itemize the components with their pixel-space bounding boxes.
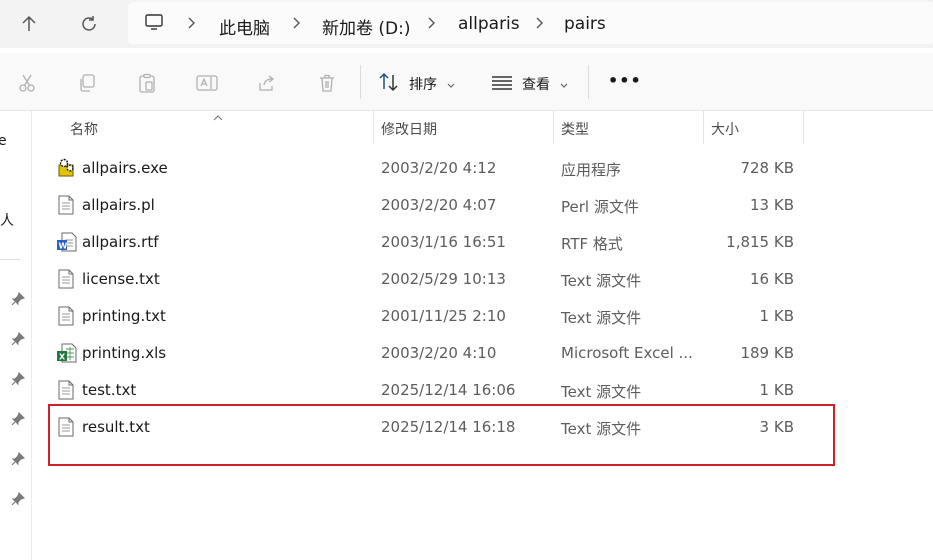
file-date: 2025/12/14 16:06 — [381, 381, 516, 399]
pin-icon[interactable] — [11, 411, 26, 426]
column-header-size-label: 大小 — [711, 122, 739, 138]
column-divider[interactable] — [373, 111, 374, 144]
chevron-right-icon — [534, 16, 544, 35]
address-row: 此电脑 新加卷 (D:) allparis pairs — [0, 0, 933, 48]
breadcrumb-allparis[interactable]: allparis — [458, 14, 520, 34]
column-header-type[interactable]: 类型 — [561, 111, 701, 144]
file-size: 189 KB — [740, 344, 794, 362]
column-divider[interactable] — [703, 111, 704, 144]
file-size: 1 KB — [759, 307, 794, 325]
file-name: test.txt — [82, 381, 137, 399]
file-row[interactable]: license.txt 2002/5/29 10:13 Text 源文件 16 … — [48, 260, 808, 297]
chevron-right-icon — [291, 16, 301, 35]
view-button[interactable]: 查看 — [522, 74, 550, 94]
pin-icon[interactable] — [11, 451, 26, 466]
copy-icon[interactable] — [75, 71, 99, 95]
word-doc-icon: W — [57, 232, 77, 252]
nav-divider — [0, 259, 20, 260]
sort-button[interactable]: 排序 — [409, 74, 437, 94]
file-size: 1,815 KB — [726, 233, 794, 251]
text-file-icon — [57, 269, 75, 289]
chevron-down-icon — [559, 77, 569, 95]
file-type: Text 源文件 — [561, 383, 642, 401]
refresh-icon[interactable] — [73, 8, 105, 40]
column-header-size[interactable]: 大小 — [711, 111, 801, 144]
file-type: RTF 格式 — [561, 235, 623, 253]
sort-icon[interactable] — [378, 71, 400, 98]
nav-item-partial[interactable]: e — [0, 133, 7, 149]
file-size: 16 KB — [750, 270, 794, 288]
chevron-right-icon — [186, 16, 196, 35]
breadcrumb-drive-d[interactable]: 新加卷 (D:) — [322, 14, 411, 39]
column-divider[interactable] — [803, 111, 804, 144]
file-row[interactable]: W allpairs.rtf 2003/1/16 16:51 RTF 格式 1,… — [48, 223, 808, 260]
file-date: 2003/1/16 16:51 — [381, 233, 506, 251]
navigation-pane: e 人 — [0, 111, 32, 560]
command-toolbar: 排序 查看 ••• — [0, 53, 933, 111]
file-date: 2003/2/20 4:12 — [381, 159, 497, 177]
file-row[interactable]: printing.txt 2001/11/25 2:10 Text 源文件 1 … — [48, 297, 808, 334]
file-type: Perl 源文件 — [561, 198, 639, 216]
column-header-name[interactable]: 名称 — [70, 111, 370, 144]
pin-icon[interactable] — [11, 491, 26, 506]
file-name: printing.xls — [82, 344, 167, 362]
svg-text:X: X — [59, 352, 66, 361]
file-size: 13 KB — [750, 196, 794, 214]
cut-icon[interactable] — [15, 71, 39, 95]
column-header-name-label: 名称 — [70, 122, 98, 138]
toolbar-divider — [588, 65, 589, 99]
column-header-date-label: 修改日期 — [381, 122, 437, 138]
file-name: allpairs.exe — [82, 159, 168, 177]
highlight-box — [48, 404, 835, 466]
column-divider[interactable] — [553, 111, 554, 144]
file-size: 728 KB — [740, 159, 794, 177]
text-file-icon — [57, 380, 75, 400]
file-row[interactable]: allpairs.exe 2003/2/20 4:12 应用程序 728 KB — [48, 149, 808, 186]
text-file-icon — [57, 195, 75, 215]
file-row[interactable]: X printing.xls 2003/2/20 4:10 Microsoft … — [48, 334, 808, 371]
view-list-icon[interactable] — [491, 75, 513, 96]
breadcrumb-pairs[interactable]: pairs — [564, 14, 606, 34]
excel-icon: X — [57, 343, 77, 363]
file-name: allpairs.pl — [82, 196, 155, 214]
text-file-icon — [57, 306, 75, 326]
more-options-button[interactable]: ••• — [608, 71, 642, 90]
column-header-type-label: 类型 — [561, 122, 589, 138]
svg-text:W: W — [59, 241, 68, 250]
file-name: printing.txt — [82, 307, 166, 325]
file-date: 2001/11/25 2:10 — [381, 307, 506, 325]
file-type: Microsoft Excel ... — [561, 344, 693, 362]
file-type: Text 源文件 — [561, 309, 642, 327]
toolbar-divider — [360, 65, 361, 99]
file-type: 应用程序 — [561, 161, 622, 179]
file-date: 2003/2/20 4:07 — [381, 196, 497, 214]
file-name: license.txt — [82, 270, 160, 288]
file-row[interactable]: test.txt 2025/12/14 16:06 Text 源文件 1 KB — [48, 371, 808, 408]
nav-item-partial[interactable]: 人 — [0, 210, 14, 230]
paste-icon[interactable] — [135, 71, 159, 95]
delete-icon[interactable] — [315, 71, 339, 95]
pin-icon[interactable] — [11, 331, 26, 346]
pin-icon[interactable] — [11, 371, 26, 386]
pin-icon[interactable] — [11, 291, 26, 306]
exe-icon — [57, 158, 75, 178]
chevron-right-icon — [426, 16, 436, 35]
share-icon[interactable] — [255, 71, 279, 95]
address-bar[interactable]: 此电脑 新加卷 (D:) allparis pairs — [128, 2, 933, 44]
column-header-date[interactable]: 修改日期 — [381, 111, 551, 144]
file-name: allpairs.rtf — [82, 233, 159, 251]
file-type: Text 源文件 — [561, 272, 642, 290]
up-arrow-icon[interactable] — [13, 8, 45, 40]
breadcrumb-this-pc[interactable]: 此电脑 — [219, 14, 270, 39]
file-size: 1 KB — [759, 381, 794, 399]
rename-icon[interactable] — [195, 71, 219, 95]
computer-icon — [144, 12, 164, 37]
file-date: 2002/5/29 10:13 — [381, 270, 506, 288]
file-row[interactable]: allpairs.pl 2003/2/20 4:07 Perl 源文件 13 K… — [48, 186, 808, 223]
chevron-down-icon — [446, 77, 456, 95]
file-date: 2003/2/20 4:10 — [381, 344, 497, 362]
